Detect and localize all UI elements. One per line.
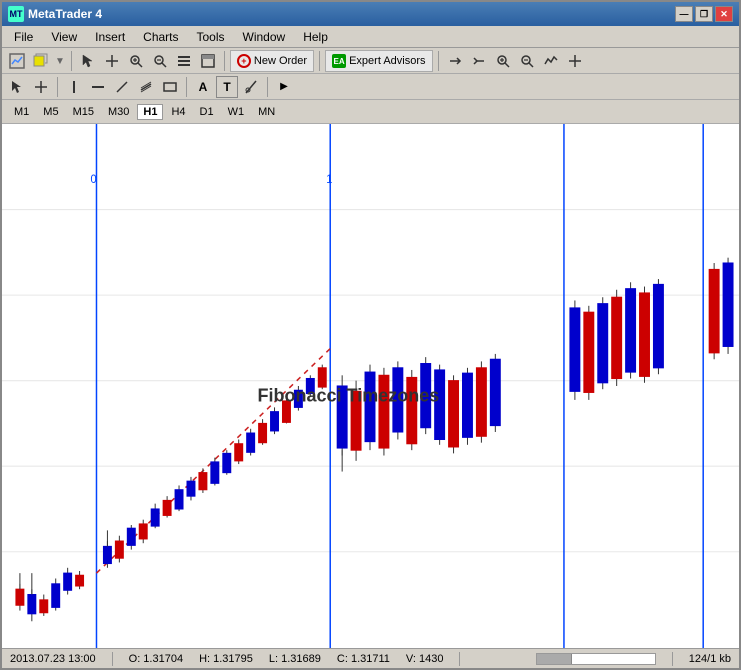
status-sep-1 [112,652,113,666]
tf-m1[interactable]: M1 [8,104,35,120]
menu-tools[interactable]: Tools [189,28,233,46]
draw-sep-3 [267,77,268,97]
more-tool[interactable]: ▶ [273,76,295,98]
zoom-out-button[interactable] [149,50,171,72]
period-sep-button[interactable] [564,50,586,72]
menu-view[interactable]: View [43,28,85,46]
tf-h4[interactable]: H4 [165,104,191,120]
title-bar-left: MT MetaTrader 4 [8,6,102,22]
svg-text:1: 1 [326,173,332,185]
new-order-label: New Order [254,55,307,67]
autoscroll-button[interactable] [468,50,490,72]
line-studies-tool[interactable] [135,76,157,98]
minimize-button[interactable]: — [675,6,693,22]
status-low: L: 1.31689 [269,653,321,665]
zoom-in2-button[interactable] [492,50,514,72]
tf-d1[interactable]: D1 [194,104,220,120]
draw-sep-1 [57,77,58,97]
tf-h1[interactable]: H1 [137,104,163,120]
status-close: C: 1.31711 [337,653,390,665]
fib-tool[interactable] [240,76,262,98]
zoom-out2-button[interactable] [516,50,538,72]
tf-m15[interactable]: M15 [67,104,100,120]
cursor-button[interactable] [77,50,99,72]
menu-file[interactable]: File [6,28,41,46]
draw-sep-2 [186,77,187,97]
main-toolbar: ▼ + New Order EA Expert Advisors [2,48,739,74]
properties-button[interactable] [173,50,195,72]
app-icon-text: MT [10,9,23,19]
status-open: O: 1.31704 [129,653,183,665]
status-datetime: 2013.07.23 13:00 [10,653,96,665]
app-icon: MT [8,6,24,22]
text-label-tool[interactable]: T [216,76,238,98]
vertical-line-tool[interactable] [63,76,85,98]
history-button[interactable] [540,50,562,72]
toolbar-sep-3 [319,51,320,71]
tf-w1[interactable]: W1 [222,104,251,120]
status-volume: V: 1430 [406,653,444,665]
status-high: H: 1.31795 [199,653,253,665]
menu-window[interactable]: Window [235,28,294,46]
restore-button[interactable]: ❐ [695,6,713,22]
toolbar-sep-4 [438,51,439,71]
crosshair-button[interactable] [101,50,123,72]
main-window: MT MetaTrader 4 — ❐ ✕ File View Insert C… [0,0,741,670]
template-button[interactable] [197,50,219,72]
chart-area[interactable]: 0 1 [2,124,739,648]
tf-mn[interactable]: MN [252,104,281,120]
title-bar: MT MetaTrader 4 — ❐ ✕ [2,2,739,26]
status-bar: 2013.07.23 13:00 O: 1.31704 H: 1.31795 L… [2,648,739,668]
status-sep-2 [459,652,460,666]
channel-tool[interactable] [159,76,181,98]
new-chart-button[interactable] [6,50,28,72]
drawing-toolbar: A T ▶ [2,74,739,100]
menu-help[interactable]: Help [295,28,336,46]
tf-m30[interactable]: M30 [102,104,135,120]
toolbar-sep-1 [71,51,72,71]
status-scrollbar[interactable] [536,653,656,665]
svg-text:0: 0 [91,173,97,185]
expert-advisors-button[interactable]: EA Expert Advisors [325,50,432,72]
open-button[interactable] [30,50,52,72]
new-order-button[interactable]: + New Order [230,50,314,72]
menu-bar: File View Insert Charts Tools Window Hel… [2,26,739,48]
ea-icon: EA [332,54,346,68]
title-controls: — ❐ ✕ [675,6,733,22]
close-button[interactable]: ✕ [715,6,733,22]
text-tool[interactable]: A [192,76,214,98]
trendline-tool[interactable] [111,76,133,98]
chart-shift-button[interactable] [444,50,466,72]
timeframe-bar: M1 M5 M15 M30 H1 H4 D1 W1 MN [2,100,739,124]
new-order-icon: + [237,54,251,68]
pointer-tool[interactable] [6,76,28,98]
menu-charts[interactable]: Charts [135,28,186,46]
zoom-in-button[interactable] [125,50,147,72]
horizontal-line-tool[interactable] [87,76,109,98]
ea-label: Expert Advisors [349,55,425,67]
chart-svg: 0 1 [2,124,739,648]
toolbar-sep-2 [224,51,225,71]
status-sep-3 [672,652,673,666]
tf-m5[interactable]: M5 [37,104,64,120]
status-memory: 124/1 kb [689,653,731,665]
crosshair-tool[interactable] [30,76,52,98]
window-title: MetaTrader 4 [28,7,102,21]
menu-insert[interactable]: Insert [87,28,133,46]
